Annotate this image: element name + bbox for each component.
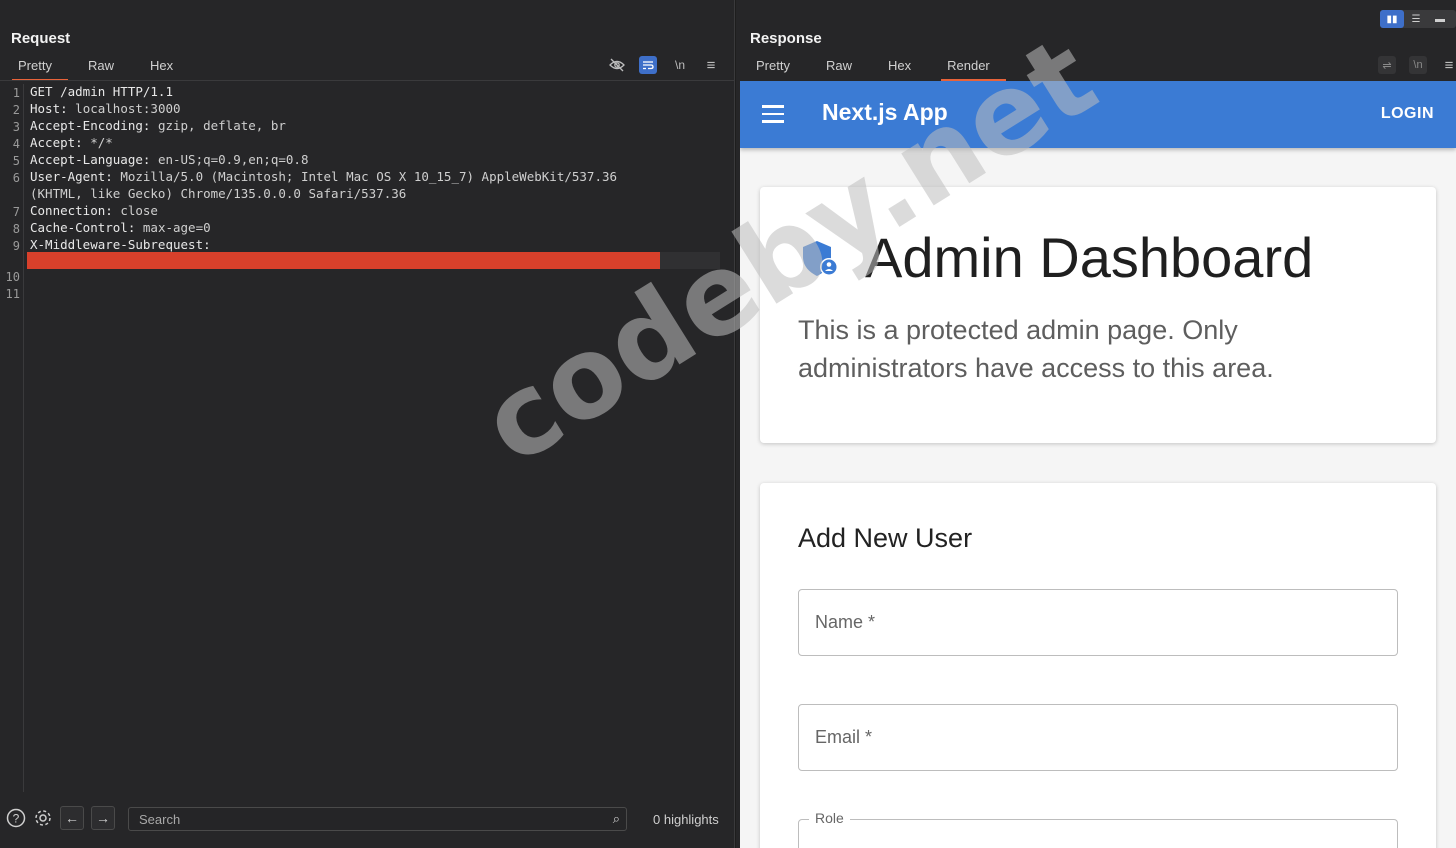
- request-title: Request: [11, 30, 71, 47]
- response-title: Response: [750, 30, 822, 47]
- back-arrow-icon[interactable]: ←: [60, 806, 84, 830]
- forward-arrow-icon[interactable]: →: [91, 806, 115, 830]
- search-input[interactable]: [129, 808, 589, 830]
- gear-icon[interactable]: [32, 807, 54, 829]
- header-value: localhost:3000: [75, 101, 181, 116]
- email-label: Email *: [815, 727, 873, 747]
- line-gutter: [0, 84, 24, 792]
- search-box[interactable]: ⌕: [128, 807, 627, 831]
- page-description: This is a protected admin page. Only adm…: [798, 315, 1274, 383]
- side-by-side-layout-icon[interactable]: ▮▮: [1380, 10, 1404, 28]
- line-number: 6: [12, 171, 20, 185]
- request-tabs: Pretty Raw Hex: [12, 58, 209, 81]
- header-line: Cache-Control: max-age=0: [30, 220, 211, 235]
- request-bottom-bar: ? ← → ⌕ 0 highlights: [0, 800, 735, 840]
- header-name: Connection:: [30, 203, 113, 218]
- header-line: Accept: */*: [30, 135, 113, 150]
- svg-text:?: ?: [13, 812, 20, 826]
- header-name: Accept-Encoding:: [30, 118, 151, 133]
- admin-shield-icon: [803, 241, 838, 276]
- response-pane: Response ▮▮ ☰ ▬ Pretty Raw Hex Render ⇌ …: [736, 0, 1456, 848]
- name-label: Name *: [815, 612, 876, 632]
- line-number: 1: [12, 86, 20, 100]
- header-name: Accept:: [30, 135, 83, 150]
- header-name: User-Agent:: [30, 169, 113, 184]
- header-value: (KHTML, like Gecko) Chrome/135.0.0.0 Saf…: [30, 186, 407, 201]
- stacked-layout-icon[interactable]: ☰: [1404, 10, 1428, 28]
- wrap-icon[interactable]: [639, 56, 657, 74]
- response-tabs: Pretty Raw Hex Render: [756, 58, 1026, 81]
- line-number: 10: [5, 270, 20, 284]
- tab-hex[interactable]: Hex: [150, 58, 173, 80]
- tab-pretty[interactable]: Pretty: [756, 58, 790, 80]
- line-number: 8: [12, 222, 20, 236]
- tab-pretty[interactable]: Pretty: [12, 58, 68, 81]
- role-label: Role: [809, 810, 850, 826]
- request-line: GET /admin HTTP/1.1: [30, 84, 173, 99]
- line-number: 11: [5, 287, 20, 301]
- menu-icon[interactable]: ≡: [702, 56, 720, 74]
- header-line: Connection: close: [30, 203, 158, 218]
- header-name: X-Middleware-Subrequest:: [30, 237, 211, 252]
- header-value: en-US;q=0.9,en;q=0.8: [157, 152, 309, 167]
- rendered-page[interactable]: Next.js App LOGIN Admin Dashboard This i…: [740, 81, 1456, 848]
- highlights-count: 0 highlights: [653, 812, 719, 827]
- header-value: */*: [90, 135, 113, 150]
- form-title: Add New User: [798, 523, 973, 553]
- header-line: Accept-Encoding: gzip, deflate, br: [30, 118, 286, 133]
- header-line: Accept-Language: en-US;q=0.9,en;q=0.8: [30, 152, 308, 167]
- app-bar: Next.js App LOGIN: [740, 81, 1456, 148]
- line-number: 2: [12, 103, 20, 117]
- redacted-highlight: [27, 252, 660, 269]
- header-line-continued: (KHTML, like Gecko) Chrome/135.0.0.0 Saf…: [30, 186, 406, 201]
- tab-raw[interactable]: Raw: [826, 58, 852, 80]
- line-number: 9: [12, 239, 20, 253]
- app-title: Next.js App: [822, 99, 948, 125]
- line-number: 5: [12, 154, 20, 168]
- newline-toggle[interactable]: \n: [1409, 56, 1427, 74]
- line-number: 4: [12, 137, 20, 151]
- single-pane-layout-icon[interactable]: ▬: [1428, 10, 1452, 28]
- header-line: User-Agent: Mozilla/5.0 (Macintosh; Inte…: [30, 169, 617, 184]
- hamburger-menu-icon[interactable]: [762, 105, 784, 123]
- header-line: X-Middleware-Subrequest:: [30, 237, 211, 252]
- header-line: Host: localhost:3000: [30, 101, 181, 116]
- email-field[interactable]: Email *: [798, 704, 1398, 771]
- eye-slash-icon[interactable]: [608, 56, 626, 74]
- add-user-card: Add New User Name * Email * Role: [760, 483, 1436, 848]
- page-title: Admin Dashboard: [865, 226, 1314, 289]
- menu-icon[interactable]: ≡: [1440, 56, 1456, 74]
- header-value: Mozilla/5.0 (Macintosh; Intel Mac OS X 1…: [120, 169, 618, 184]
- redacted-line-rest: [660, 252, 720, 269]
- role-select[interactable]: Role: [798, 810, 1398, 848]
- header-name: Host:: [30, 101, 68, 116]
- header-value: close: [120, 203, 158, 218]
- line-number: 3: [12, 120, 20, 134]
- request-editor[interactable]: 1 2 3 4 5 6 7 8 9 10 11 GET /admin HTTP/…: [0, 84, 735, 792]
- wrap-icon[interactable]: ⇌: [1378, 56, 1396, 74]
- dashboard-card: Admin Dashboard This is a protected admi…: [760, 187, 1436, 443]
- header-value: gzip, deflate, br: [157, 118, 286, 133]
- request-pane: Request Pretty Raw Hex \n ≡ 1 2 3 4 5 6 …: [0, 0, 735, 848]
- newline-toggle[interactable]: \n: [671, 56, 689, 74]
- name-field[interactable]: Name *: [798, 589, 1398, 656]
- tabs-divider: [0, 80, 735, 81]
- request-method-line: GET /admin HTTP/1.1: [30, 84, 173, 99]
- header-value: max-age=0: [142, 220, 211, 235]
- header-name: Accept-Language:: [30, 152, 151, 167]
- layout-toggle[interactable]: ▮▮ ☰ ▬: [1380, 10, 1456, 28]
- header-name: Cache-Control:: [30, 220, 136, 235]
- tab-render[interactable]: Render: [941, 58, 1006, 81]
- login-button[interactable]: LOGIN: [1381, 105, 1434, 123]
- help-icon[interactable]: ?: [5, 807, 27, 829]
- tab-raw[interactable]: Raw: [88, 58, 114, 80]
- line-number: 7: [12, 205, 20, 219]
- search-icon[interactable]: ⌕: [613, 811, 620, 827]
- tab-hex[interactable]: Hex: [888, 58, 911, 80]
